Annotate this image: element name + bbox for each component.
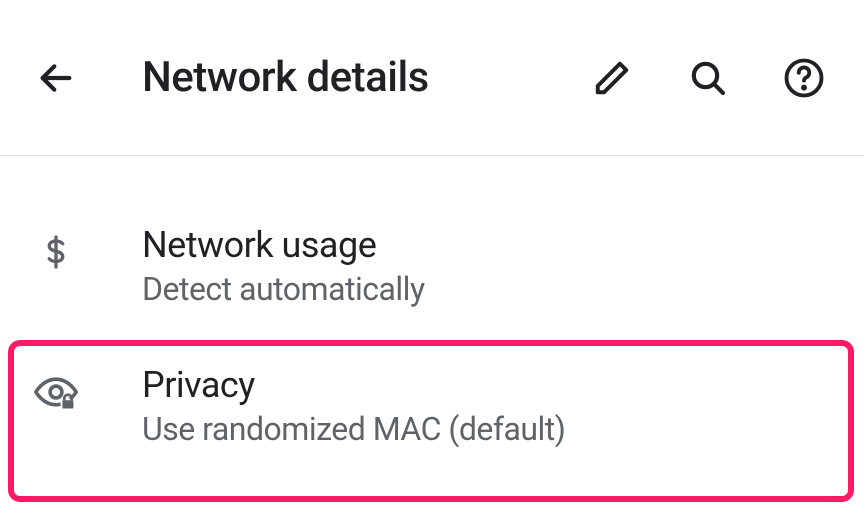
help-button[interactable] [776, 50, 832, 106]
edit-button[interactable] [584, 50, 640, 106]
page-title: Network details [142, 53, 544, 102]
setting-privacy[interactable]: Privacy Use randomized MAC (default) [0, 336, 864, 476]
setting-subtitle: Detect automatically [142, 270, 425, 308]
back-button[interactable] [32, 54, 80, 102]
help-icon [783, 57, 825, 99]
setting-network-usage-text: Network usage Detect automatically [142, 224, 425, 308]
setting-title: Network usage [142, 224, 425, 266]
header-bar: Network details [0, 0, 864, 156]
settings-content: Network usage Detect automatically Priva… [0, 156, 864, 476]
setting-title: Privacy [142, 364, 565, 406]
eye-lock-icon [32, 368, 80, 416]
search-icon [688, 58, 728, 98]
search-button[interactable] [680, 50, 736, 106]
setting-network-usage[interactable]: Network usage Detect automatically [0, 196, 864, 336]
arrow-back-icon [36, 58, 76, 98]
pencil-icon [593, 59, 631, 97]
dollar-icon [32, 228, 80, 276]
setting-subtitle: Use randomized MAC (default) [142, 410, 565, 448]
setting-privacy-text: Privacy Use randomized MAC (default) [142, 364, 565, 448]
